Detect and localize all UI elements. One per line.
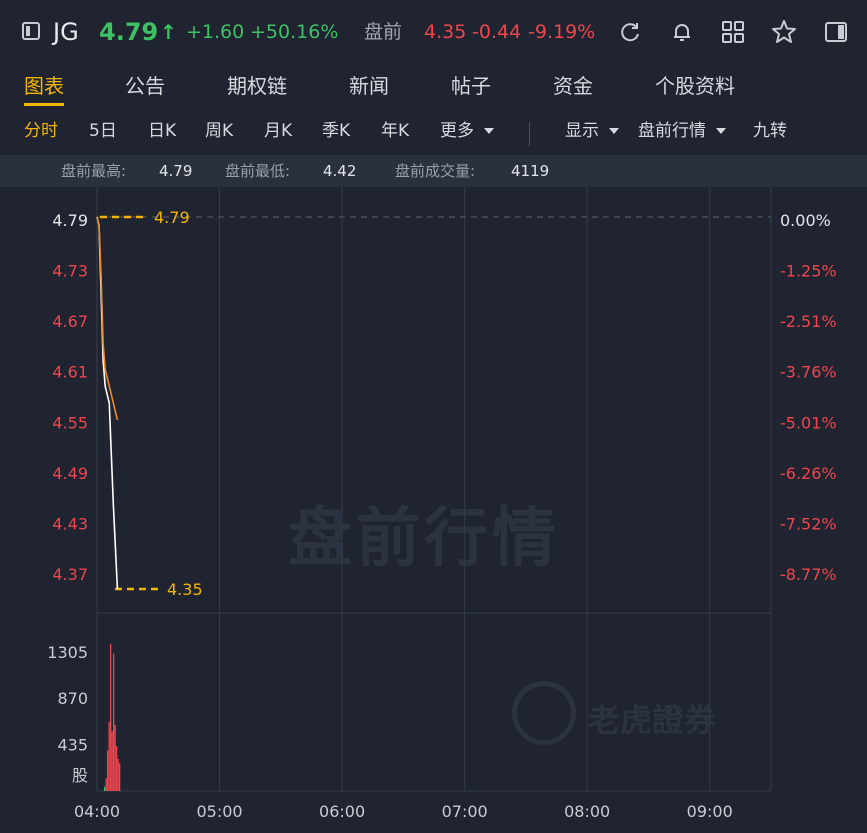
time-tick-label: 09:00 bbox=[687, 802, 733, 821]
premarket-change: -0.44 bbox=[472, 21, 522, 43]
volume-bar bbox=[108, 721, 110, 791]
time-tick-label: 06:00 bbox=[319, 802, 365, 821]
premarket-change-pct: -9.19% bbox=[528, 21, 596, 43]
volume-bar bbox=[105, 778, 107, 791]
period-weekly[interactable]: 周K bbox=[205, 120, 233, 142]
volume-bar bbox=[113, 653, 115, 791]
premarket-quote-dropdown[interactable]: 盘前行情 bbox=[638, 120, 726, 142]
price-tick-label: 4.79 bbox=[52, 211, 88, 230]
premarket-volume-value: 4119 bbox=[511, 162, 550, 180]
pct-tick-label: -7.52% bbox=[780, 514, 837, 533]
chevron-down-icon bbox=[609, 128, 619, 134]
period-daily[interactable]: 日K bbox=[148, 120, 176, 142]
volume-bar bbox=[114, 724, 116, 791]
last-price: 4.79 bbox=[99, 18, 159, 46]
pct-tick-label: -2.51% bbox=[780, 312, 837, 331]
price-tick-label: 4.37 bbox=[52, 565, 88, 584]
chart-canvas: 4.79 0.00% 4.73 -1.25% 4.67 -2.51% 4.61 -3.76% 4… bbox=[47, 187, 837, 821]
period-toolbar: 分时 5日 日K 周K 月K 季K 年K 更多 显示 盘前行情 九转 bbox=[0, 110, 867, 152]
period-quarterly[interactable]: 季K bbox=[322, 120, 350, 142]
volume-tick-label: 1305 bbox=[47, 643, 88, 662]
volume-bar bbox=[110, 643, 112, 791]
tab-options-chain[interactable]: 期权链 bbox=[227, 72, 287, 100]
premarket-volume-label: 盘前成交量: bbox=[395, 162, 476, 180]
quote-header: JG 4.79 ↑ +1.60 +50.16% 盘前 4.35 -0.44 -9… bbox=[0, 0, 867, 64]
volume-bar bbox=[119, 763, 121, 791]
more-label: 更多 bbox=[440, 121, 474, 141]
tab-capital[interactable]: 资金 bbox=[553, 72, 593, 100]
average-price-line bbox=[96, 216, 119, 421]
volume-tick-label: 435 bbox=[57, 736, 88, 755]
time-tick-label: 07:00 bbox=[442, 802, 488, 821]
more-dropdown[interactable]: 更多 bbox=[440, 120, 494, 142]
pct-tick-label: -6.26% bbox=[780, 464, 837, 483]
price-tick-label: 4.61 bbox=[52, 363, 88, 382]
premarket-low-value: 4.42 bbox=[323, 162, 357, 180]
volume-bar bbox=[116, 746, 118, 791]
time-tick-label: 08:00 bbox=[564, 802, 610, 821]
tab-posts[interactable]: 帖子 bbox=[451, 72, 491, 100]
nine-turn-button[interactable]: 九转 bbox=[753, 120, 787, 142]
pct-tick-label: -5.01% bbox=[780, 413, 837, 432]
intraday-chart[interactable]: 盘前行情 老虎證券 4.79 0.00% 4.73 -1.25% 4.67 -2.51% 4… bbox=[0, 187, 867, 833]
period-yearly[interactable]: 年K bbox=[381, 120, 409, 142]
display-label: 显示 bbox=[565, 121, 599, 141]
premarket-label: 盘前 bbox=[364, 21, 403, 43]
up-arrow-icon: ↑ bbox=[160, 20, 177, 44]
premarket-price: 4.35 bbox=[424, 21, 467, 43]
low-marker-label: 4.35 bbox=[167, 580, 203, 599]
premarket-quote-label: 盘前行情 bbox=[638, 121, 706, 141]
tab-announcements[interactable]: 公告 bbox=[125, 72, 165, 100]
active-tab-indicator bbox=[24, 103, 64, 106]
pct-tick-label: -1.25% bbox=[780, 262, 837, 281]
pct-tick-label: 0.00% bbox=[780, 211, 831, 230]
tab-profile[interactable]: 个股资料 bbox=[655, 72, 735, 100]
grid-icon[interactable] bbox=[719, 18, 747, 46]
premarket-low-label: 盘前最低: bbox=[225, 162, 291, 180]
price-line bbox=[96, 216, 119, 590]
price-change-pct: +50.16% bbox=[250, 21, 339, 43]
pct-tick-label: -3.76% bbox=[780, 363, 837, 382]
volume-bar bbox=[104, 786, 106, 791]
time-tick-label: 05:00 bbox=[196, 802, 242, 821]
display-dropdown[interactable]: 显示 bbox=[565, 120, 619, 142]
price-tick-label: 4.43 bbox=[52, 514, 88, 533]
pct-tick-label: -8.77% bbox=[780, 565, 837, 584]
volume-bar bbox=[107, 750, 109, 791]
refresh-icon[interactable] bbox=[616, 18, 644, 46]
price-tick-label: 4.49 bbox=[52, 464, 88, 483]
volume-tick-label: 870 bbox=[57, 689, 88, 708]
sidebar-toggle-icon[interactable] bbox=[22, 22, 40, 40]
volume-bar bbox=[117, 759, 119, 791]
chevron-down-icon bbox=[484, 128, 494, 134]
tab-chart[interactable]: 图表 bbox=[24, 72, 64, 100]
volume-bar bbox=[111, 731, 113, 791]
premarket-high-label: 盘前最高: bbox=[61, 162, 127, 180]
panel-toggle-icon[interactable] bbox=[822, 18, 850, 46]
chevron-down-icon bbox=[716, 128, 726, 134]
tab-news[interactable]: 新闻 bbox=[349, 72, 389, 100]
star-icon[interactable] bbox=[770, 18, 798, 46]
price-change: +1.60 bbox=[186, 21, 245, 43]
price-tick-label: 4.67 bbox=[52, 312, 88, 331]
premarket-stats: 盘前最高: 4.79 盘前最低: 4.42 盘前成交量: 4119 bbox=[0, 155, 867, 187]
tab-bar: 图表 公告 期权链 新闻 帖子 资金 个股资料 bbox=[0, 64, 867, 108]
price-tick-label: 4.73 bbox=[52, 262, 88, 281]
price-tick-label: 4.55 bbox=[52, 413, 88, 432]
period-intraday[interactable]: 分时 bbox=[24, 120, 58, 142]
time-tick-label: 04:00 bbox=[74, 802, 120, 821]
premarket-high-value: 4.79 bbox=[159, 162, 193, 180]
period-monthly[interactable]: 月K bbox=[264, 120, 292, 142]
high-marker-label: 4.79 bbox=[154, 208, 190, 227]
toolbar-divider bbox=[529, 122, 530, 146]
volume-unit-label: 股 bbox=[72, 766, 88, 785]
ticker-symbol: JG bbox=[53, 18, 79, 46]
bell-icon[interactable] bbox=[668, 18, 696, 46]
period-5day[interactable]: 5日 bbox=[89, 120, 117, 142]
